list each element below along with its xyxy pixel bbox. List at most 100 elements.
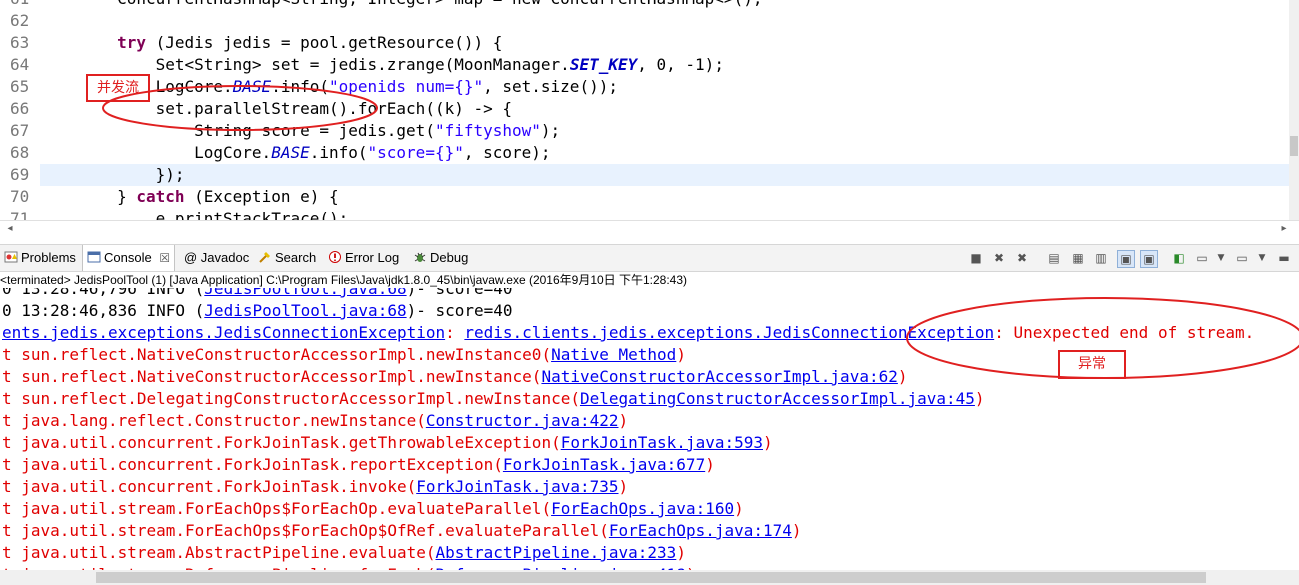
code-token: }); — [40, 165, 185, 184]
console-text: ) — [705, 455, 715, 474]
scroll-left-icon[interactable]: ◂ — [2, 221, 18, 237]
code-line[interactable] — [40, 10, 1290, 32]
pin-console-icon[interactable]: ▣ — [1140, 250, 1158, 268]
code-area[interactable]: ConcurrentHashMap<String, Integer> map =… — [40, 0, 1290, 220]
chevron-down-icon[interactable]: ▼ — [1213, 250, 1229, 266]
code-token: try — [117, 33, 146, 52]
console-line: t java.util.stream.ForEachOps$ForEachOp.… — [2, 498, 744, 520]
code-line[interactable]: LogCore.BASE.info("openids num={}", set.… — [40, 76, 1290, 98]
editor-vertical-scroll-thumb[interactable] — [1290, 136, 1298, 156]
show-stdout-icon[interactable]: ▥ — [1093, 250, 1109, 266]
tab-error-log[interactable]: Error Log — [328, 245, 399, 271]
close-icon[interactable]: ☒ — [159, 251, 170, 265]
console-text: ) — [763, 433, 773, 452]
code-editor[interactable]: 6162 63 64 65 66 67 68 69 70 71 ConcurrentHashMap… — [0, 0, 1299, 220]
show-stderr-icon[interactable]: ▣ — [1117, 250, 1135, 268]
console-line: t java.util.stream.AbstractPipeline.eval… — [2, 542, 686, 564]
console-text: t sun.reflect.DelegatingConstructorAcces… — [2, 389, 580, 408]
stack-trace-link[interactable]: ForEachOps.java:160 — [551, 499, 734, 518]
console-text: : — [445, 323, 465, 342]
stack-trace-link[interactable]: ForEachOps.java:174 — [609, 521, 792, 540]
tab-javadoc[interactable]: @ Javadoc — [184, 245, 249, 271]
code-line-current[interactable]: }); — [40, 164, 1290, 186]
line-number: 70 — [10, 187, 30, 206]
console-text: ) — [974, 389, 985, 408]
console-line: 0 13:28:46,796 INFO (JedisPoolTool.java:… — [2, 288, 513, 300]
stack-trace-link[interactable]: ForkJoinTask.java:735 — [416, 477, 618, 496]
console-line: t java.util.concurrent.ForkJoinTask.invo… — [2, 476, 628, 498]
console-icon — [87, 251, 101, 263]
remove-launch-icon[interactable]: ✖ — [991, 250, 1007, 266]
code-line[interactable]: LogCore.BASE.info("score={}", score); — [40, 142, 1290, 164]
scroll-lock-icon[interactable]: ▤ — [1046, 250, 1062, 266]
code-line[interactable]: } catch (Exception e) { — [40, 186, 1290, 208]
console-text: t java.util.concurrent.ForkJoinTask.getT… — [2, 433, 561, 452]
console-line: t sun.reflect.NativeConstructorAccessorI… — [2, 366, 908, 388]
console-line: ents.jedis.exceptions.JedisConnectionExc… — [2, 322, 1254, 344]
stack-trace-link[interactable]: redis.clients.jedis.exceptions.JedisConn… — [464, 323, 994, 342]
console-text: ) — [791, 521, 802, 540]
code-line[interactable]: try (Jedis jedis = pool.getResource()) { — [40, 32, 1290, 54]
word-wrap-icon[interactable]: ▦ — [1070, 250, 1086, 266]
console-line: 0 13:28:46,836 INFO (JedisPoolTool.java:… — [2, 300, 513, 322]
tab-problems[interactable]: Problems — [4, 245, 76, 271]
code-token: "fiftyshow" — [434, 121, 541, 140]
code-token: String score = jedis.get( — [40, 121, 435, 140]
new-console-icon[interactable]: ▭ — [1234, 250, 1250, 266]
code-line[interactable]: String score = jedis.get("fiftyshow"); — [40, 120, 1290, 142]
search-icon — [259, 252, 270, 263]
stack-trace-link[interactable]: JedisPoolTool.java:68 — [204, 301, 406, 320]
open-console-icon[interactable]: ▭ — [1194, 250, 1210, 266]
console-text: ) — [676, 543, 686, 562]
view-tab-bar: Problems Console ☒ @ Javadoc Search Erro… — [0, 244, 1299, 272]
line-number: 63 — [10, 33, 30, 52]
tab-search[interactable]: Search — [258, 245, 316, 271]
stack-trace-link[interactable]: Constructor.java:422 — [426, 411, 619, 430]
code-token: LogCore. — [40, 143, 272, 162]
console-line: t java.util.stream.ForEachOps$ForEachOp$… — [2, 520, 802, 542]
terminate-icon[interactable]: ■ — [968, 250, 984, 266]
code-line[interactable]: ConcurrentHashMap<String, Integer> map =… — [40, 0, 1290, 10]
tab-debug[interactable]: Debug — [413, 245, 468, 271]
remove-all-icon[interactable]: ✖ — [1014, 250, 1030, 266]
stack-trace-link[interactable]: DelegatingConstructorAccessorImpl.java:4… — [580, 389, 975, 408]
display-console-icon[interactable]: ◧ — [1171, 250, 1187, 266]
line-number: 61 — [10, 0, 40, 10]
console-line: t java.util.concurrent.ForkJoinTask.repo… — [2, 454, 715, 476]
editor-horizontal-scrollbar[interactable]: ◂ ▸ — [0, 220, 1299, 237]
minimize-icon[interactable]: ▬ — [1276, 250, 1292, 266]
annotation-label-parallel-stream: 并发流 — [86, 74, 150, 102]
tab-label: Search — [275, 250, 317, 265]
stack-trace-link[interactable]: Native Method — [551, 345, 676, 364]
stack-trace-link[interactable]: ForkJoinTask.java:677 — [503, 455, 705, 474]
scroll-right-icon[interactable]: ▸ — [1276, 221, 1292, 237]
editor-vertical-scrollbar[interactable] — [1289, 0, 1299, 220]
code-token: (Exception e) { — [184, 187, 339, 206]
code-token: Set<String> set = jedis.zrange(MoonManag… — [40, 55, 570, 74]
console-line: t java.lang.reflect.Constructor.newInsta… — [2, 410, 628, 432]
console-text: t sun.reflect.NativeConstructorAccessorI… — [2, 345, 552, 364]
stack-trace-link[interactable]: NativeConstructorAccessorImpl.java:62 — [541, 367, 897, 386]
console-text: t java.lang.reflect.Constructor.newInsta… — [2, 411, 426, 430]
error-log-icon — [329, 251, 341, 263]
code-token: , set.size()); — [483, 77, 618, 96]
console-text: 0 13:28:46,836 INFO ( — [2, 301, 205, 320]
console-status-line: <terminated> JedisPoolTool (1) [Java App… — [0, 273, 688, 287]
line-number: 67 — [10, 121, 30, 140]
code-token: SET_KEY — [569, 55, 638, 74]
console-output[interactable]: 0 13:28:46,796 INFO (JedisPoolTool.java:… — [0, 288, 1299, 570]
view-menu-icon[interactable]: ▼ — [1254, 250, 1270, 266]
stack-trace-link[interactable]: AbstractPipeline.java:233 — [435, 543, 676, 562]
console-horizontal-scroll-thumb[interactable] — [96, 572, 1206, 583]
code-token: "score={}" — [367, 143, 464, 162]
code-line[interactable]: e.printStackTrace(); — [40, 208, 1290, 220]
line-number: 62 — [10, 11, 30, 30]
stack-trace-link[interactable]: ForkJoinTask.java:593 — [561, 433, 763, 452]
console-text: ) — [618, 477, 629, 496]
tab-label: Error Log — [345, 250, 400, 265]
code-line[interactable]: Set<String> set = jedis.zrange(MoonManag… — [40, 54, 1290, 76]
stack-trace-link[interactable]: ents.jedis.exceptions.JedisConnectionExc… — [2, 323, 445, 342]
code-line[interactable]: set.parallelStream().forEach((k) -> { — [40, 98, 1290, 120]
tab-console[interactable]: Console ☒ — [82, 245, 176, 271]
stack-trace-link[interactable]: JedisPoolTool.java:68 — [204, 288, 406, 298]
